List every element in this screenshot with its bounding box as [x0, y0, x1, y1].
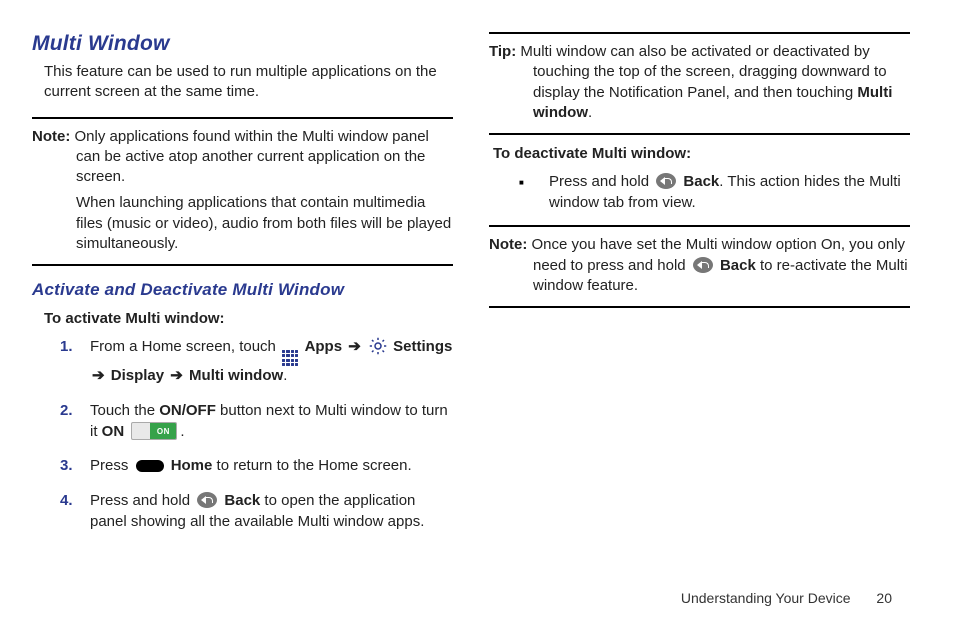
subhead-deactivate: To deactivate Multi window: — [493, 145, 910, 162]
divider — [489, 133, 910, 135]
step-number: 3. — [60, 456, 73, 477]
note-text-2: When launching applications that contain… — [76, 193, 453, 254]
activate-steps: 1. From a Home screen, touch Apps ➔ Sett… — [60, 337, 453, 532]
bullet-text: Press and hold — [549, 173, 653, 190]
left-column: Multi Window This feature can be used to… — [32, 32, 453, 574]
toggle-on-label: ON — [150, 423, 176, 439]
back-icon — [197, 492, 217, 508]
home-button-icon — [136, 460, 164, 472]
deactivate-list: Press and hold Back. This action hides t… — [519, 172, 910, 213]
label-multi-window: Multi window — [189, 367, 283, 384]
heading-multi-window: Multi Window — [32, 32, 453, 56]
note-text-1: Only applications found within the Multi… — [75, 128, 429, 186]
tip-label: Tip: — [489, 43, 516, 60]
back-icon — [693, 257, 713, 273]
on-toggle-icon: ON — [131, 422, 177, 440]
label-back: Back — [720, 257, 756, 274]
list-item: Press and hold Back. This action hides t… — [519, 172, 910, 213]
section-title: Understanding Your Device — [681, 590, 851, 606]
arrow-icon: ➔ — [90, 367, 107, 384]
settings-icon — [369, 337, 387, 362]
note-label: Note: — [489, 236, 527, 253]
label-on: ON — [102, 423, 125, 440]
divider — [32, 117, 453, 119]
arrow-icon: ➔ — [168, 367, 185, 384]
note-block-2: Note: Once you have set the Multi window… — [489, 235, 910, 296]
step-2: 2. Touch the ON/OFF button next to Multi… — [60, 401, 453, 442]
label-onoff: ON/OFF — [159, 402, 216, 419]
manual-page: Multi Window This feature can be used to… — [0, 0, 954, 636]
page-footer: Understanding Your Device 20 — [681, 590, 892, 606]
label-display: Display — [111, 367, 164, 384]
label-settings: Settings — [393, 338, 452, 355]
label-apps: Apps — [305, 338, 343, 355]
step-number: 2. — [60, 401, 73, 422]
step-number: 1. — [60, 337, 73, 358]
step-3: 3. Press Home to return to the Home scre… — [60, 456, 453, 477]
back-icon — [656, 173, 676, 189]
divider — [489, 32, 910, 34]
divider — [489, 225, 910, 227]
step-number: 4. — [60, 491, 73, 512]
step-text: Press and hold — [90, 492, 194, 509]
tip-block: Tip: Multi window can also be activated … — [489, 42, 910, 123]
subhead-activate: To activate Multi window: — [44, 310, 453, 327]
step-text: Press — [90, 457, 133, 474]
step-4: 4. Press and hold Back to open the appli… — [60, 491, 453, 532]
tip-text: Multi window can also be activated or de… — [520, 43, 886, 101]
divider — [489, 306, 910, 308]
apps-icon — [282, 350, 298, 366]
label-home: Home — [171, 457, 213, 474]
note-block-1: Note: Only applications found within the… — [32, 127, 453, 188]
step-text: to return to the Home screen. — [212, 457, 411, 474]
arrow-icon: ➔ — [346, 338, 363, 355]
page-number: 20 — [876, 590, 892, 606]
period: . — [588, 104, 592, 121]
right-column: Tip: Multi window can also be activated … — [489, 32, 910, 574]
label-back: Back — [224, 492, 260, 509]
step-text: From a Home screen, touch — [90, 338, 280, 355]
heading-activate-deactivate: Activate and Deactivate Multi Window — [32, 280, 453, 300]
step-text: Touch the — [90, 402, 159, 419]
label-back: Back — [683, 173, 719, 190]
intro-text: This feature can be used to run multiple… — [44, 62, 453, 103]
note-label: Note: — [32, 128, 70, 145]
step-1: 1. From a Home screen, touch Apps ➔ Sett… — [60, 337, 453, 387]
divider — [32, 264, 453, 266]
period: . — [283, 367, 287, 384]
period: . — [180, 423, 184, 440]
